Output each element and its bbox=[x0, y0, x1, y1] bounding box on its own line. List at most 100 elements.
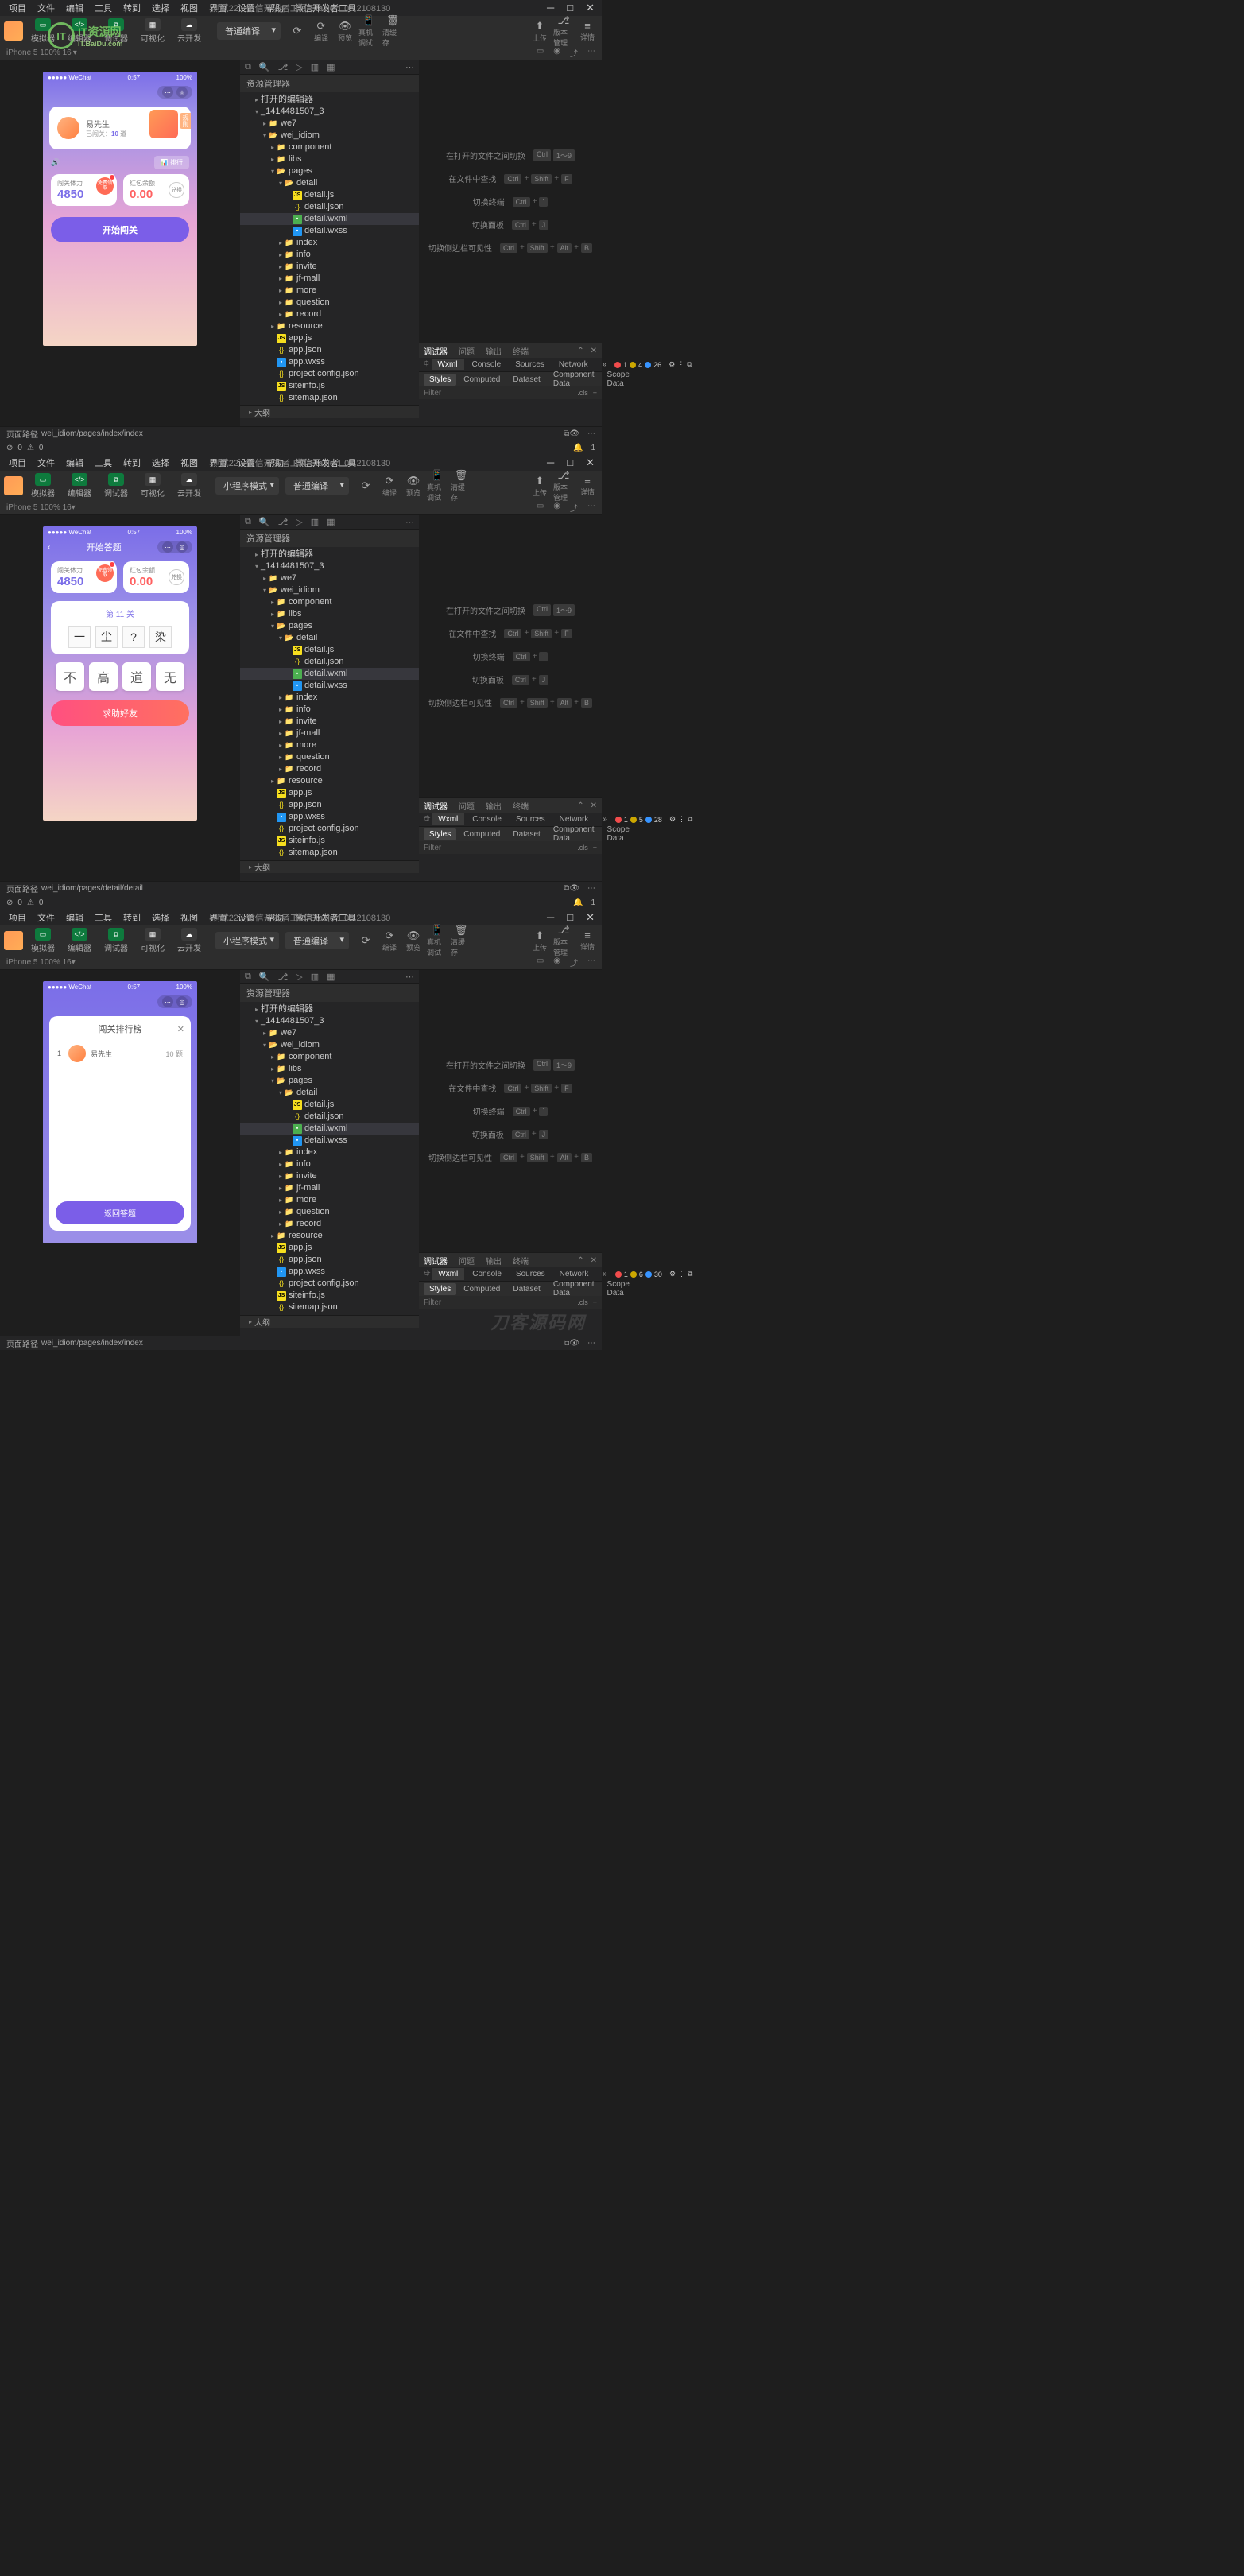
tab-problems[interactable]: 问题 bbox=[459, 345, 475, 357]
version-button[interactable]: ⎇版本管理 bbox=[553, 19, 574, 43]
mode-simulator[interactable]: ▭模拟器 bbox=[26, 17, 60, 45]
tree-appjs[interactable]: JSapp.js bbox=[240, 332, 419, 344]
tree-index[interactable]: ▸📁index bbox=[240, 237, 419, 249]
tree-detail-wxml[interactable]: ▪detail.wxml bbox=[240, 213, 419, 225]
rotate-icon[interactable]: ▭ bbox=[537, 47, 544, 59]
subtab-styles[interactable]: Styles bbox=[424, 374, 456, 386]
redpacket-card[interactable]: 红包余额 0.00 兑换 bbox=[123, 174, 189, 206]
tree-project[interactable]: ▾_1414481507_3 bbox=[240, 106, 419, 118]
tree-invite[interactable]: ▸📁invite bbox=[240, 261, 419, 273]
tree-jfmall[interactable]: ▸📁jf-mall bbox=[240, 273, 419, 285]
tab-output[interactable]: 输出 bbox=[486, 345, 502, 357]
tab-debugger[interactable]: 调试器 bbox=[424, 345, 448, 357]
answer-slot[interactable]: 一 bbox=[68, 626, 91, 648]
popout-icon[interactable]: ⧉ bbox=[687, 360, 692, 369]
answer-slot[interactable]: 染 bbox=[149, 626, 172, 648]
subtab-computed[interactable]: Computed bbox=[458, 374, 506, 386]
close-button[interactable]: ✕ bbox=[583, 2, 598, 14]
dots-icon[interactable]: ⋮ bbox=[677, 360, 684, 369]
new-file-icon[interactable]: ⧉ bbox=[245, 62, 251, 72]
detail-button[interactable]: ≡详情 bbox=[577, 19, 598, 43]
compile-mode-select[interactable]: 普通编译 bbox=[217, 22, 281, 40]
inspect-icon[interactable]: ⯐ bbox=[424, 358, 430, 371]
back-to-quiz-button[interactable]: 返回答题 bbox=[56, 1201, 184, 1224]
gear-icon[interactable]: ⚙ bbox=[669, 360, 675, 369]
close-icon[interactable]: ✕ bbox=[177, 1024, 184, 1034]
refresh-icon[interactable]: ⟳ bbox=[287, 19, 308, 43]
start-button[interactable]: 开始闯关 bbox=[51, 217, 189, 242]
menu-tool[interactable]: 工具 bbox=[90, 0, 117, 16]
tree-detail-js[interactable]: JSdetail.js bbox=[240, 189, 419, 201]
more-icon[interactable]: ⋯ bbox=[405, 62, 414, 72]
option-button[interactable]: 无 bbox=[156, 662, 184, 691]
bell-icon[interactable]: 🔔 bbox=[573, 444, 583, 452]
option-button[interactable]: 高 bbox=[89, 662, 118, 691]
tree-resource[interactable]: ▸📁resource bbox=[240, 320, 419, 332]
remote-debug-button[interactable]: 📱真机调试 bbox=[358, 19, 379, 43]
preview-button[interactable]: 👁预览 bbox=[335, 19, 355, 43]
tree-question[interactable]: ▸📁question bbox=[240, 297, 419, 308]
redpacket-card[interactable]: 红包余额0.00 兑换 bbox=[123, 561, 189, 593]
tree-appjson[interactable]: {}app.json bbox=[240, 344, 419, 356]
user-avatar[interactable] bbox=[4, 21, 23, 41]
tree-detail-wxss[interactable]: ▪detail.wxss bbox=[240, 225, 419, 237]
capsule-menu-icon[interactable]: ⋯ bbox=[162, 87, 173, 98]
collapse-icon[interactable]: ⌃ bbox=[577, 347, 583, 355]
menu-view[interactable]: 视图 bbox=[176, 0, 203, 16]
rules-tag[interactable]: 规则 bbox=[180, 113, 191, 129]
close-panel-icon[interactable]: ✕ bbox=[591, 347, 597, 355]
tree-siteinfo[interactable]: JSsiteinfo.js bbox=[240, 380, 419, 392]
ellipsis-icon[interactable]: ⋯ bbox=[587, 429, 595, 438]
tree-open-editors[interactable]: ▸打开的编辑器 bbox=[240, 94, 419, 106]
menu-edit[interactable]: 编辑 bbox=[61, 0, 88, 16]
vitality-card[interactable]: 闯关体力 4850 免费领取 bbox=[51, 174, 117, 206]
subtab-dataset[interactable]: Dataset bbox=[507, 374, 545, 386]
option-button[interactable]: 道 bbox=[122, 662, 151, 691]
mode-debugger[interactable]: ⧉调试器 bbox=[99, 17, 133, 45]
minimize-button[interactable]: ─ bbox=[544, 2, 557, 14]
split-icon[interactable]: ▥ bbox=[311, 62, 319, 72]
tree-component[interactable]: ▸📁component bbox=[240, 142, 419, 153]
tree-sitemap[interactable]: {}sitemap.json bbox=[240, 392, 419, 404]
clear-cache-button[interactable]: 🗑清缓存 bbox=[382, 19, 403, 43]
vitality-card[interactable]: 闯关体力4850 免费领取 bbox=[51, 561, 117, 593]
device-label[interactable]: iPhone 5 100% 16 bbox=[6, 48, 72, 57]
share-icon[interactable]: ⤴ bbox=[570, 47, 578, 59]
tree-wei-idiom[interactable]: ▾📂wei_idiom bbox=[240, 130, 419, 142]
mute-icon[interactable]: ◉ bbox=[553, 47, 560, 59]
tree-info[interactable]: ▸📁info bbox=[240, 249, 419, 261]
tree-pcj[interactable]: {}project.config.json bbox=[240, 368, 419, 380]
filter-input[interactable] bbox=[424, 389, 572, 398]
compile-button[interactable]: ⟳编译 bbox=[311, 19, 331, 43]
copy-icon[interactable]: ⧉ bbox=[564, 429, 569, 438]
tree-detail-json[interactable]: {}detail.json bbox=[240, 201, 419, 213]
upload-button[interactable]: ⬆上传 bbox=[529, 19, 550, 43]
menu-file[interactable]: 文件 bbox=[33, 0, 60, 16]
mode-cloud[interactable]: ☁云开发 bbox=[172, 17, 206, 45]
tab-terminal[interactable]: 终端 bbox=[513, 345, 529, 357]
debug-icon[interactable]: ▷ bbox=[296, 62, 302, 72]
page-path[interactable]: wei_idiom/pages/index/index bbox=[41, 429, 564, 438]
error-stats[interactable]: 1 4 26 ⚙ ⋮ ⧉ bbox=[614, 360, 692, 369]
sound-icon[interactable]: 🔊 bbox=[51, 158, 60, 167]
exchange-button[interactable]: 兑换 bbox=[169, 182, 184, 198]
answer-slot[interactable]: 尘 bbox=[95, 626, 118, 648]
mode-editor[interactable]: </>编辑器 bbox=[63, 17, 96, 45]
tree-detail[interactable]: ▾📂detail bbox=[240, 177, 419, 189]
tree-we7[interactable]: ▸📁we7 bbox=[240, 118, 419, 130]
subtab-scope[interactable]: Scope Data bbox=[602, 369, 635, 390]
tree-appwxss[interactable]: ▪app.wxss bbox=[240, 356, 419, 368]
tree-libs[interactable]: ▸📁libs bbox=[240, 153, 419, 165]
help-friend-button[interactable]: 求助好友 bbox=[51, 700, 189, 726]
cls-toggle[interactable]: .cls bbox=[577, 389, 588, 397]
tab-console[interactable]: Console bbox=[466, 359, 508, 370]
eye-icon[interactable]: 👁 bbox=[569, 429, 579, 438]
layout-icon[interactable]: ▦ bbox=[327, 62, 335, 72]
tab-sources[interactable]: Sources bbox=[509, 359, 551, 370]
option-button[interactable]: 不 bbox=[56, 662, 84, 691]
maximize-button[interactable]: □ bbox=[564, 2, 576, 14]
tree-more[interactable]: ▸📁more bbox=[240, 285, 419, 297]
rank-button[interactable]: 📊 排行 bbox=[154, 156, 189, 169]
menu-goto[interactable]: 转到 bbox=[118, 0, 145, 16]
outline-section[interactable]: ▸大纲 bbox=[240, 405, 419, 418]
